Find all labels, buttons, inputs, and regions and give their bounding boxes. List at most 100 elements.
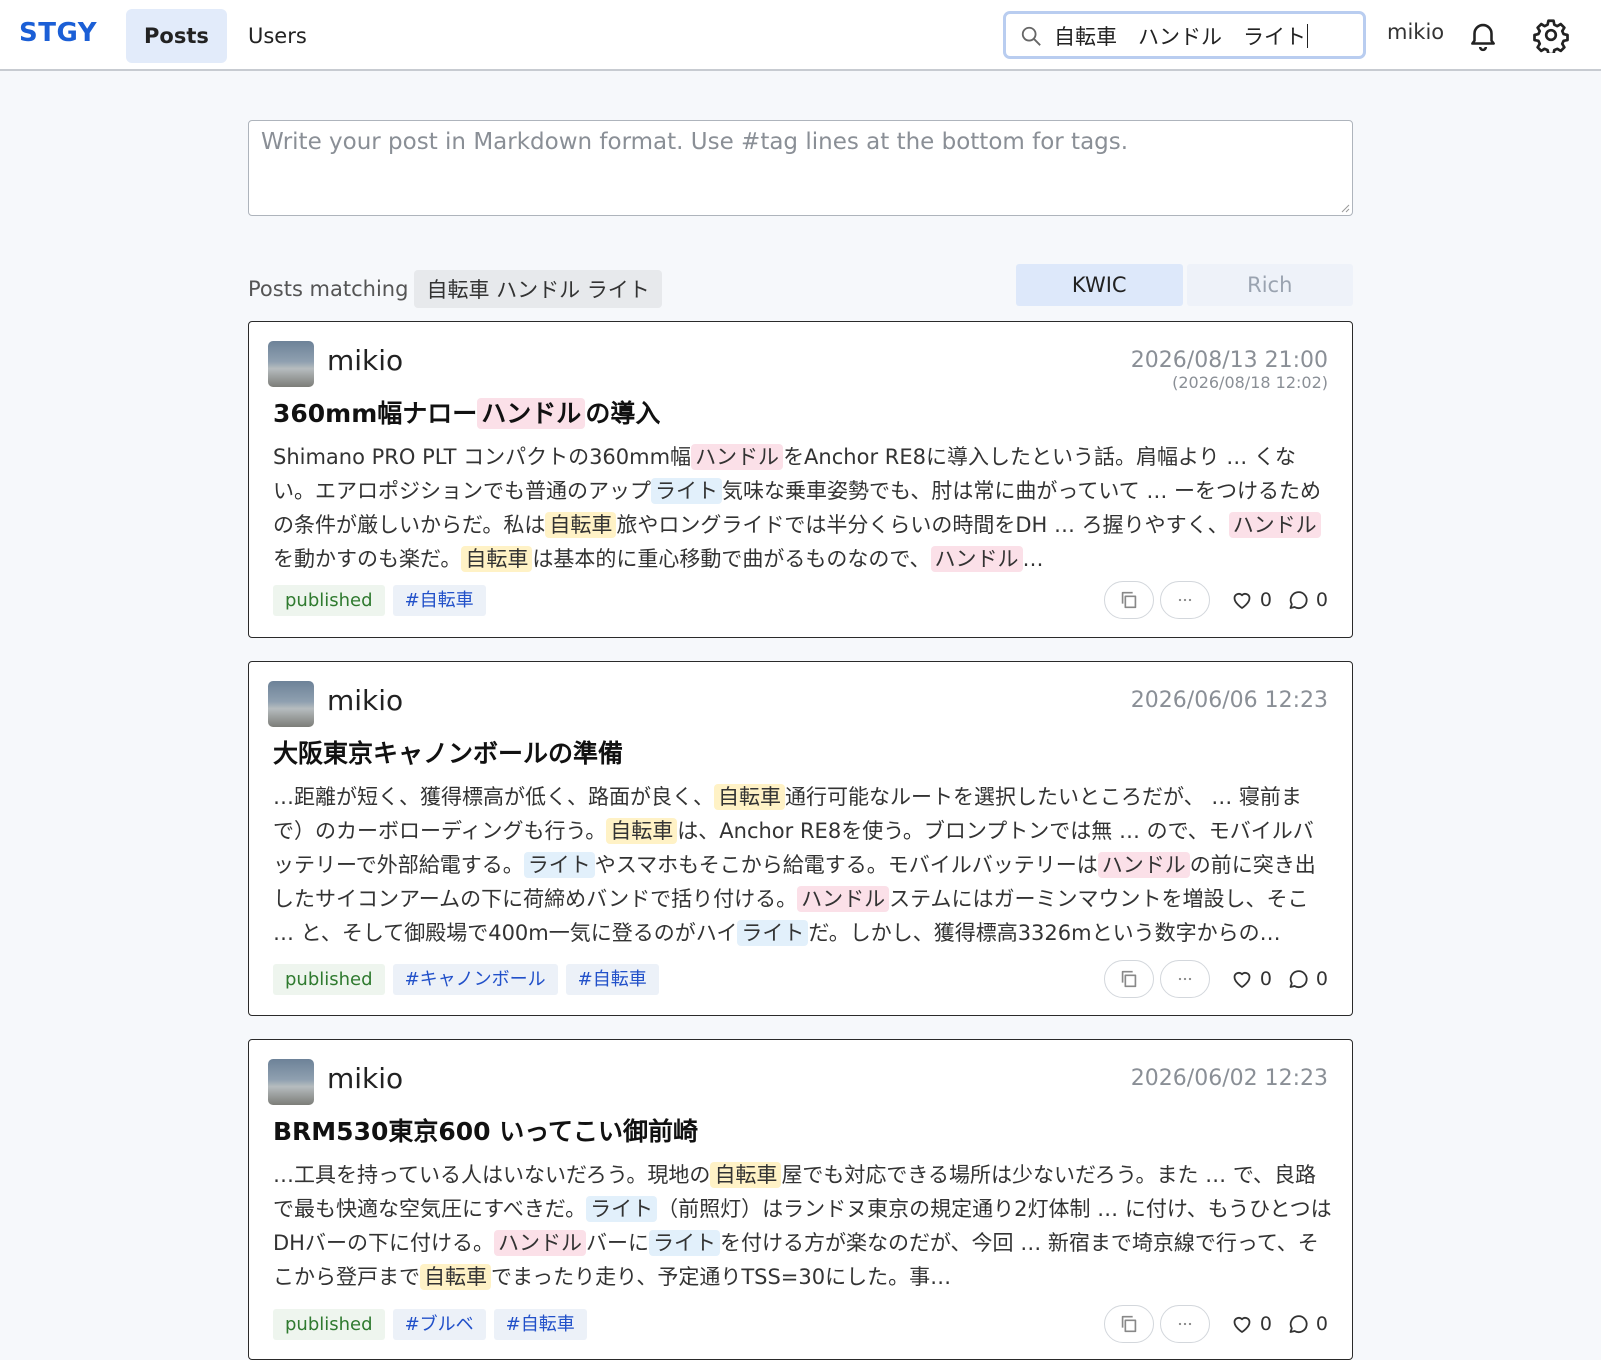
text-segment: …工具を持っている人はいないだろう。現地の	[273, 1163, 711, 1187]
post-snippet: …工具を持っている人はいないだろう。現地の 自転車 屋でも対応できる場所は少ないだろ…	[273, 1158, 1333, 1294]
comment-icon	[1289, 591, 1308, 610]
gear-icon[interactable]	[1533, 17, 1569, 53]
current-user[interactable]: mikio	[1387, 20, 1444, 44]
keyword-highlight: ハンドル	[1097, 852, 1190, 878]
copy-button[interactable]	[1103, 581, 1154, 619]
heart-icon	[1233, 1316, 1251, 1333]
post-card[interactable]: mikio 2026/06/06 12:23 大阪東京キャノンボールの準備 …距…	[248, 661, 1353, 1016]
text-segment: 360mm幅ナロー	[273, 399, 478, 428]
tag-link[interactable]: #自転車	[493, 1309, 587, 1340]
post-date: 2026/06/06 12:23	[1130, 688, 1328, 713]
keyword-highlight: 自転車	[710, 1162, 782, 1188]
post-composer[interactable]: Write your post in Markdown format. Use …	[248, 120, 1353, 216]
text-segment: だ。しかし、獲得標高3326mという数字からの…	[808, 921, 1281, 945]
mode-kwic-button[interactable]: KWIC	[1016, 264, 1183, 306]
avatar[interactable]	[268, 341, 314, 387]
like-button[interactable]: 0	[1230, 967, 1272, 991]
comment-button[interactable]: 0	[1286, 1312, 1328, 1336]
like-button[interactable]: 0	[1230, 588, 1272, 612]
keyword-highlight: 自転車	[714, 784, 785, 810]
keyword-highlight: ライト	[651, 478, 722, 504]
tag-link[interactable]: #自転車	[565, 964, 659, 995]
bell-icon[interactable]	[1466, 17, 1500, 53]
post-title[interactable]: 大阪東京キャノンボールの準備	[273, 734, 623, 770]
keyword-highlight: ライト	[586, 1196, 658, 1222]
copy-button[interactable]	[1103, 1305, 1154, 1343]
resize-handle-icon[interactable]	[1340, 203, 1350, 213]
tag-link[interactable]: #ブルベ	[392, 1309, 486, 1340]
like-count: 0	[1259, 968, 1272, 990]
text-segment: 大阪東京キャノンボールの準備	[273, 739, 624, 768]
post-author[interactable]: mikio	[327, 344, 403, 377]
text-segment: …	[1022, 547, 1044, 571]
tag-link[interactable]: #自転車	[392, 585, 486, 616]
keyword-highlight: ハンドル	[797, 886, 890, 912]
results-header: Posts matching 自転車 ハンドル ライト	[248, 270, 662, 308]
ellipsis-icon	[1178, 598, 1191, 602]
comment-count: 0	[1315, 1313, 1328, 1335]
post-actions: 00	[1103, 581, 1328, 619]
ellipsis-icon	[1178, 977, 1191, 981]
mode-rich-button[interactable]: Rich	[1186, 264, 1353, 306]
text-segment: を動かすのも楽だ。	[273, 547, 462, 571]
tag-link[interactable]: #キャノンボール	[392, 964, 558, 995]
nav-tab-posts[interactable]: Posts	[126, 9, 227, 63]
post-author[interactable]: mikio	[327, 684, 403, 717]
more-options-button[interactable]	[1159, 960, 1210, 998]
text-segment: …距離が短く、獲得標高が低く、路面が良く、	[273, 785, 714, 809]
avatar[interactable]	[268, 1059, 314, 1105]
status-badge: published	[273, 964, 385, 995]
heart-icon	[1233, 971, 1251, 988]
ellipsis-icon	[1178, 1322, 1191, 1326]
post-author[interactable]: mikio	[327, 1062, 403, 1095]
post-actions: 00	[1103, 960, 1328, 998]
copy-icon	[1121, 591, 1137, 609]
nav-tab-users[interactable]: Users	[230, 9, 325, 63]
post-date: 2026/08/13 21:00	[1130, 348, 1328, 373]
more-options-button[interactable]	[1159, 581, 1210, 619]
post-snippet: Shimano PRO PLT コンパクトの360mm幅 ハンドル をAnchor …	[273, 440, 1333, 576]
keyword-highlight: 自転車	[420, 1264, 491, 1290]
post-snippet: …距離が短く、獲得標高が低く、路面が良く、 自転車 通行可能なルートを選択したいとこ…	[273, 780, 1333, 950]
status-badge: published	[273, 585, 385, 616]
post-title[interactable]: BRM530東京600 いってこい御前崎	[273, 1112, 698, 1148]
post-card[interactable]: mikio 2026/06/02 12:23 BRM530東京600 いってこい…	[248, 1039, 1353, 1360]
copy-icon	[1121, 970, 1137, 988]
heart-icon	[1233, 592, 1251, 609]
search-input[interactable]: 自転車 ハンドル ライト	[1054, 21, 1308, 51]
keyword-highlight: ライト	[523, 852, 595, 878]
keyword-highlight: 自転車	[461, 546, 533, 572]
comment-button[interactable]: 0	[1286, 967, 1328, 991]
post-card[interactable]: mikio 2026/08/13 21:00 (2026/08/18 12:02…	[248, 321, 1353, 638]
results-query: 自転車 ハンドル ライト	[414, 270, 662, 308]
post-updated-date: (2026/08/18 12:02)	[1172, 373, 1328, 392]
search-box[interactable]: 自転車 ハンドル ライト	[1003, 11, 1366, 59]
post-tags: published #キャノンボール #自転車	[273, 964, 659, 995]
top-bar: STGY Posts Users 自転車 ハンドル ライト mikio	[0, 0, 1601, 71]
composer-placeholder: Write your post in Markdown format. Use …	[261, 129, 1129, 155]
keyword-highlight: ハンドル	[477, 398, 586, 429]
post-title[interactable]: 360mm幅ナロー ハンドル の導入	[273, 394, 660, 430]
text-segment: BRM530東京600 いってこい御前崎	[273, 1117, 699, 1146]
results-label: Posts matching	[248, 277, 409, 301]
view-mode-toggle: KWIC Rich	[1016, 264, 1353, 306]
search-icon	[1021, 26, 1041, 46]
keyword-highlight: 自転車	[545, 512, 617, 538]
copy-button[interactable]	[1103, 960, 1154, 998]
keyword-highlight: ライト	[648, 1230, 720, 1256]
text-segment: バーに	[585, 1231, 649, 1255]
comment-icon	[1289, 970, 1308, 989]
post-tags: published #自転車	[273, 585, 486, 616]
keyword-highlight: 自転車	[606, 818, 678, 844]
comment-count: 0	[1315, 968, 1328, 990]
comment-count: 0	[1315, 589, 1328, 611]
comment-button[interactable]: 0	[1286, 588, 1328, 612]
keyword-highlight: ハンドル	[1228, 512, 1321, 538]
more-options-button[interactable]	[1159, 1305, 1210, 1343]
text-segment: やスマホもそこから給電する。モバイルバッテリーは	[594, 853, 1098, 877]
copy-icon	[1121, 1315, 1137, 1333]
avatar[interactable]	[268, 681, 314, 727]
keyword-highlight: ハンドル	[930, 546, 1023, 572]
like-button[interactable]: 0	[1230, 1312, 1272, 1336]
app-logo[interactable]: STGY	[19, 18, 97, 48]
